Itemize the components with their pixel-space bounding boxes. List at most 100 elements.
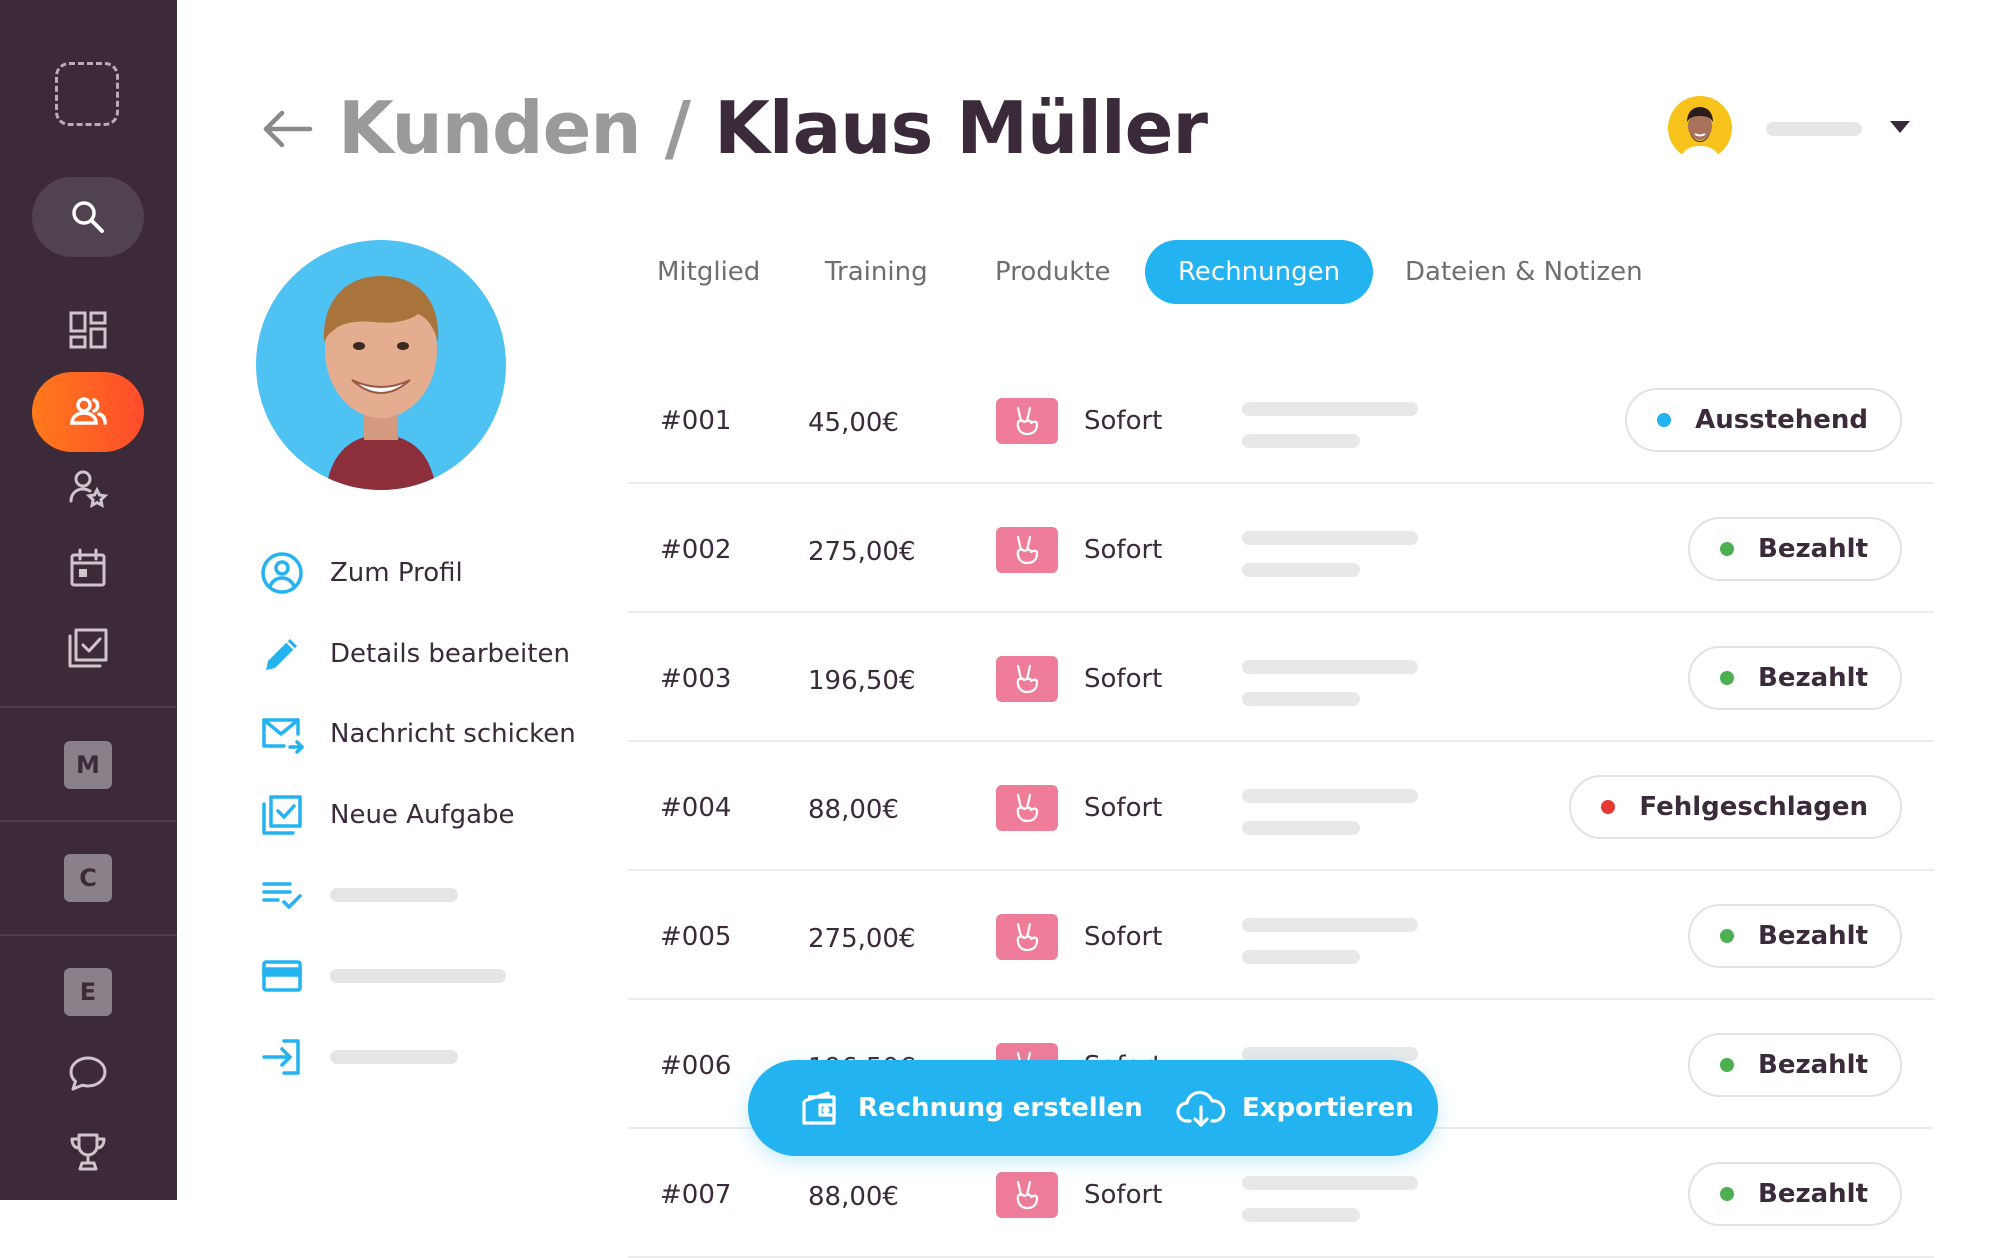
action-checklist[interactable] — [258, 871, 458, 919]
breadcrumb-root[interactable]: Kunden — [338, 86, 642, 170]
invoice-number: #006 — [660, 1051, 732, 1081]
nav-messages[interactable] — [32, 1034, 144, 1114]
status-badge[interactable]: Bezahlt — [1688, 1162, 1902, 1226]
cloud-download-icon — [1176, 1090, 1226, 1127]
row-placeholder-line — [1242, 531, 1418, 545]
status-badge[interactable]: Bezahlt — [1688, 517, 1902, 581]
invoice-row[interactable]: #003 196,50€ Sofort Bezahlt — [628, 614, 1934, 742]
payment-method-badge — [996, 527, 1058, 573]
status-label: Bezahlt — [1758, 1050, 1868, 1080]
row-placeholder-line — [1242, 660, 1418, 674]
task-check-icon — [262, 795, 302, 835]
floating-action-bar: Rechnung erstellen Exportieren — [748, 1060, 1438, 1156]
status-badge[interactable]: Bezahlt — [1688, 646, 1902, 710]
status-badge[interactable]: Ausstehend — [1625, 388, 1902, 452]
export-label: Exportieren — [1242, 1093, 1414, 1123]
action-label: Zum Profil — [330, 558, 463, 588]
checklist-icon — [262, 882, 302, 909]
invoice-row[interactable]: #002 275,00€ Sofort Bezahlt — [628, 485, 1934, 613]
victory-hand-icon — [1016, 1180, 1039, 1210]
logo-placeholder[interactable] — [55, 62, 119, 126]
status-badge[interactable]: Bezahlt — [1688, 904, 1902, 968]
nav-tasks[interactable] — [32, 608, 144, 688]
nav-calendar[interactable] — [32, 528, 144, 608]
action-label-placeholder — [330, 888, 458, 902]
action-label: Neue Aufgabe — [330, 800, 515, 830]
sidebar-divider — [0, 934, 177, 936]
search-button[interactable] — [32, 177, 144, 257]
tab-products[interactable]: Produkte — [962, 240, 1143, 304]
invoice-amount: 88,00€ — [808, 795, 899, 825]
payment-method-name: Sofort — [1084, 535, 1163, 565]
payment-method-name: Sofort — [1084, 664, 1163, 694]
status-dot-icon — [1720, 542, 1735, 556]
wallet-icon — [802, 1091, 836, 1125]
sidebar-divider — [0, 820, 177, 822]
invoice-row[interactable]: #001 45,00€ Sofort Ausstehend — [628, 356, 1934, 484]
row-placeholder-line — [1242, 692, 1360, 706]
tab-invoices[interactable]: Rechnungen — [1145, 240, 1374, 304]
action-payment-card[interactable] — [258, 952, 506, 1000]
payment-method-badge — [996, 1172, 1058, 1218]
user-circle-icon — [261, 552, 303, 594]
nav-dashboard[interactable] — [32, 290, 144, 370]
payment-method-badge — [996, 398, 1058, 444]
breadcrumb: Kunden / Klaus Müller — [338, 86, 1208, 170]
action-new-task[interactable]: Neue Aufgabe — [258, 791, 515, 839]
status-dot-icon — [1657, 413, 1672, 427]
sidebar: M C E — [0, 0, 177, 1200]
nav-achievements[interactable] — [32, 1112, 144, 1192]
user-avatar[interactable] — [1668, 96, 1732, 160]
payment-method-badge — [996, 656, 1058, 702]
invoice-number: #002 — [660, 535, 732, 565]
status-badge[interactable]: Bezahlt — [1688, 1033, 1902, 1097]
status-label: Bezahlt — [1758, 921, 1868, 951]
back-arrow-icon[interactable] — [262, 108, 314, 150]
status-badge[interactable]: Fehlgeschlagen — [1569, 775, 1902, 839]
invoice-amount: 88,00€ — [808, 1182, 899, 1212]
tab-files-notes[interactable]: Dateien & Notizen — [1372, 240, 1676, 304]
action-send-message[interactable]: Nachricht schicken — [258, 710, 576, 758]
search-icon — [72, 201, 104, 233]
tab-training[interactable]: Training — [792, 240, 961, 304]
invoice-number: #004 — [660, 793, 732, 823]
action-edit-details[interactable]: Details bearbeiten — [258, 630, 570, 678]
users-icon — [70, 397, 107, 425]
create-invoice-button[interactable]: Rechnung erstellen — [800, 1060, 1143, 1156]
breadcrumb-separator: / — [664, 86, 691, 170]
tab-member[interactable]: Mitglied — [624, 240, 793, 304]
invoice-amount: 275,00€ — [808, 537, 916, 567]
invoice-amount: 196,50€ — [808, 666, 916, 696]
victory-hand-icon — [1016, 922, 1039, 952]
workspace-c[interactable]: C — [64, 854, 112, 902]
status-dot-icon — [1720, 1187, 1735, 1201]
payment-method-badge — [996, 914, 1058, 960]
invoice-amount: 45,00€ — [808, 408, 899, 438]
customer-photo — [256, 240, 506, 490]
workspace-e[interactable]: E — [64, 968, 112, 1016]
sidebar-divider — [0, 706, 177, 708]
user-star-icon — [69, 470, 109, 508]
export-button[interactable]: Exportieren — [1176, 1060, 1414, 1156]
nav-customers[interactable] — [32, 372, 144, 452]
victory-hand-icon — [1016, 793, 1039, 823]
status-label: Bezahlt — [1758, 534, 1868, 564]
page-title: Klaus Müller — [714, 86, 1208, 170]
status-label: Fehlgeschlagen — [1639, 792, 1868, 822]
login-icon — [262, 1039, 300, 1075]
payment-method-name: Sofort — [1084, 793, 1163, 823]
row-placeholder-line — [1242, 1176, 1418, 1190]
invoice-row[interactable]: #004 88,00€ Sofort Fehlgeschlagen — [628, 743, 1934, 871]
action-check-in[interactable] — [258, 1033, 458, 1081]
row-placeholder-line — [1242, 1047, 1418, 1061]
status-label: Ausstehend — [1695, 405, 1868, 435]
nav-member-favorites[interactable] — [32, 448, 144, 528]
invoice-number: #005 — [660, 922, 732, 952]
invoice-row[interactable]: #005 275,00€ Sofort Bezahlt — [628, 872, 1934, 1000]
workspace-m[interactable]: M — [64, 741, 112, 789]
dashboard-icon — [69, 311, 107, 349]
row-placeholder-line — [1242, 821, 1360, 835]
chevron-down-icon[interactable] — [1890, 121, 1910, 135]
action-open-profile[interactable]: Zum Profil — [258, 549, 463, 597]
payment-method-name: Sofort — [1084, 406, 1163, 436]
